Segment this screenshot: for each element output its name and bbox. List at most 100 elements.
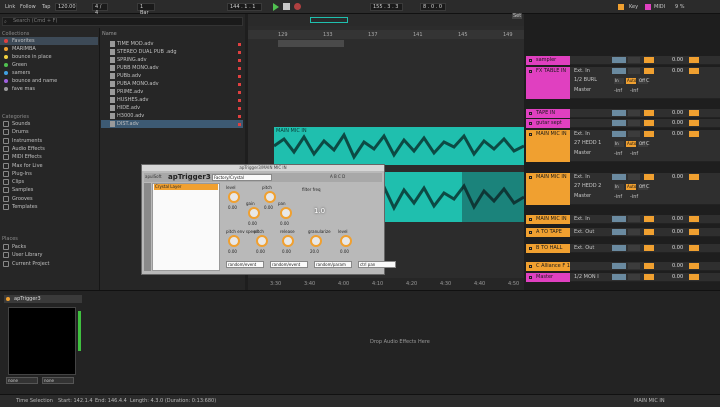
filter-value[interactable]: 1.0: [314, 207, 325, 215]
track-send-b[interactable]: [628, 120, 640, 126]
track-send-a[interactable]: [612, 229, 626, 235]
monitor-in-button[interactable]: In: [614, 78, 624, 84]
track-fold-icon[interactable]: [529, 231, 532, 234]
track-row[interactable]: B TO HALL Ext. Out 0.00: [526, 244, 720, 253]
track-routing[interactable]: Ext. In: [574, 174, 590, 181]
device-title-bar[interactable]: apTrigger3: [4, 295, 82, 303]
parameter-knob[interactable]: [282, 235, 294, 247]
track-send-b[interactable]: [628, 245, 640, 251]
track-activator-button[interactable]: [644, 216, 654, 222]
plugin-window-title[interactable]: apTrigger3/MAIN MIC IN: [142, 165, 384, 171]
preset-select[interactable]: Factory/Crystal: [212, 174, 272, 181]
track-send-b[interactable]: [628, 216, 640, 222]
parameter-knob[interactable]: [228, 235, 240, 247]
track-send-a[interactable]: [612, 263, 626, 269]
track-volume[interactable]: 0.00: [672, 263, 683, 270]
monitor-auto-button[interactable]: Auto: [626, 184, 636, 190]
midi-button[interactable]: MIDI: [652, 3, 667, 11]
track-activator-button[interactable]: [644, 57, 654, 63]
track-fold-icon[interactable]: [529, 247, 532, 250]
track-fold-icon[interactable]: [529, 70, 532, 73]
category-item[interactable]: Templates: [0, 203, 98, 211]
file-item[interactable]: PUBb.adv: [101, 72, 243, 80]
track-name[interactable]: A TO TAPE: [526, 228, 570, 237]
category-item[interactable]: Audio Effects: [0, 145, 98, 153]
track-row[interactable]: C Alliance F 1 0.00: [526, 262, 720, 271]
parameter-knob[interactable]: [340, 235, 352, 247]
collection-item[interactable]: fave mas: [0, 85, 98, 93]
tempo-field[interactable]: 120.00: [55, 3, 77, 11]
track-volume[interactable]: 0.00: [672, 110, 683, 117]
track-send-a[interactable]: [612, 68, 626, 74]
track-solo-button[interactable]: [689, 263, 699, 269]
track-send-a[interactable]: [612, 174, 626, 180]
track-send-a[interactable]: [612, 245, 626, 251]
track-row[interactable]: MAIN MIC IN Ext. In 0.00 27 HEDD 2 Master In A…: [526, 173, 720, 205]
track-output[interactable]: Master: [574, 87, 591, 94]
track-activator-button[interactable]: [644, 274, 654, 280]
track-send-b[interactable]: [628, 263, 640, 269]
parameter-knob[interactable]: [280, 207, 292, 219]
track-output[interactable]: Master: [574, 193, 591, 200]
track-row[interactable]: A TO TAPE Ext. Out 0.00: [526, 228, 720, 237]
mode-select[interactable]: random/event: [226, 261, 264, 268]
track-name[interactable]: B TO HALL: [526, 244, 570, 253]
track-routing[interactable]: Ext. Out: [574, 229, 594, 236]
parameter-knob[interactable]: [264, 191, 276, 203]
track-send-a[interactable]: [612, 110, 626, 116]
play-icon[interactable]: [273, 3, 279, 11]
track-volume[interactable]: 0.00: [672, 57, 683, 64]
track-solo-button[interactable]: [689, 110, 699, 116]
track-name[interactable]: TAPE IN: [526, 109, 570, 118]
layer-item[interactable]: Crystal Layer: [154, 184, 218, 190]
track-activator-button[interactable]: [644, 68, 654, 74]
track-activator-button[interactable]: [644, 110, 654, 116]
track-row[interactable]: FX TABLE IN Ext. In 0.00 1/2 BURL Master In Au…: [526, 67, 720, 99]
place-item[interactable]: Packs: [0, 243, 98, 251]
parameter-knob[interactable]: [310, 235, 322, 247]
mode-select[interactable]: random/param: [314, 261, 352, 268]
track-send-a[interactable]: [612, 216, 626, 222]
key-button[interactable]: Key: [627, 3, 640, 11]
track-input-channel[interactable]: 27 HEDD 1: [574, 140, 601, 147]
track-send-b[interactable]: [628, 174, 640, 180]
track-name[interactable]: Master: [526, 273, 570, 282]
track-volume[interactable]: 0.00: [672, 131, 683, 138]
time-selection[interactable]: [462, 172, 524, 222]
quantize-select[interactable]: 1 Bar: [137, 3, 155, 16]
collection-item[interactable]: samers: [0, 69, 98, 77]
category-item[interactable]: MIDI Effects: [0, 153, 98, 161]
track-volume[interactable]: 0.00: [672, 216, 683, 223]
track-send-b[interactable]: [628, 68, 640, 74]
category-item[interactable]: Instruments: [0, 137, 98, 145]
track-output[interactable]: Master: [574, 150, 591, 157]
place-item[interactable]: Current Project: [0, 260, 98, 268]
track-activator-button[interactable]: [644, 245, 654, 251]
set-button[interactable]: Set: [512, 13, 523, 19]
track-solo-button[interactable]: [689, 120, 699, 126]
device-select-2[interactable]: none: [42, 377, 74, 384]
track-solo-button[interactable]: [689, 131, 699, 137]
track-activator-button[interactable]: [644, 120, 654, 126]
track-name[interactable]: MAIN MIC IN: [526, 173, 570, 205]
track-row[interactable]: TAPE IN 0.00: [526, 109, 720, 118]
search-input[interactable]: Search (Cmd + F): [2, 17, 243, 26]
key-selector[interactable]: A B C D: [330, 174, 345, 179]
track-routing[interactable]: Ext. In: [574, 131, 590, 138]
track-solo-button[interactable]: [689, 229, 699, 235]
track-name[interactable]: gutar sept: [526, 119, 570, 128]
track-row[interactable]: MAIN MIC IN Ext. In 0.00 27 HEDD 1 Master In A…: [526, 130, 720, 162]
track-name[interactable]: MAIN MIC IN: [526, 215, 570, 224]
time-signature[interactable]: 4 / 4: [92, 3, 108, 16]
name-column-header[interactable]: Name: [102, 31, 117, 37]
parameter-knob[interactable]: [248, 207, 260, 219]
file-item[interactable]: TIME MOD.adv: [101, 40, 243, 48]
track-send-b[interactable]: [628, 57, 640, 63]
follow-button[interactable]: Follow: [18, 3, 38, 11]
track-row[interactable]: MAIN MIC IN Ext. In 0.00: [526, 215, 720, 224]
overview-strip[interactable]: [248, 14, 524, 26]
category-item[interactable]: Sounds: [0, 120, 98, 128]
overview-viewport[interactable]: [310, 17, 348, 23]
parameter-knob[interactable]: [256, 235, 268, 247]
monitor-auto-button[interactable]: Auto: [626, 141, 636, 147]
